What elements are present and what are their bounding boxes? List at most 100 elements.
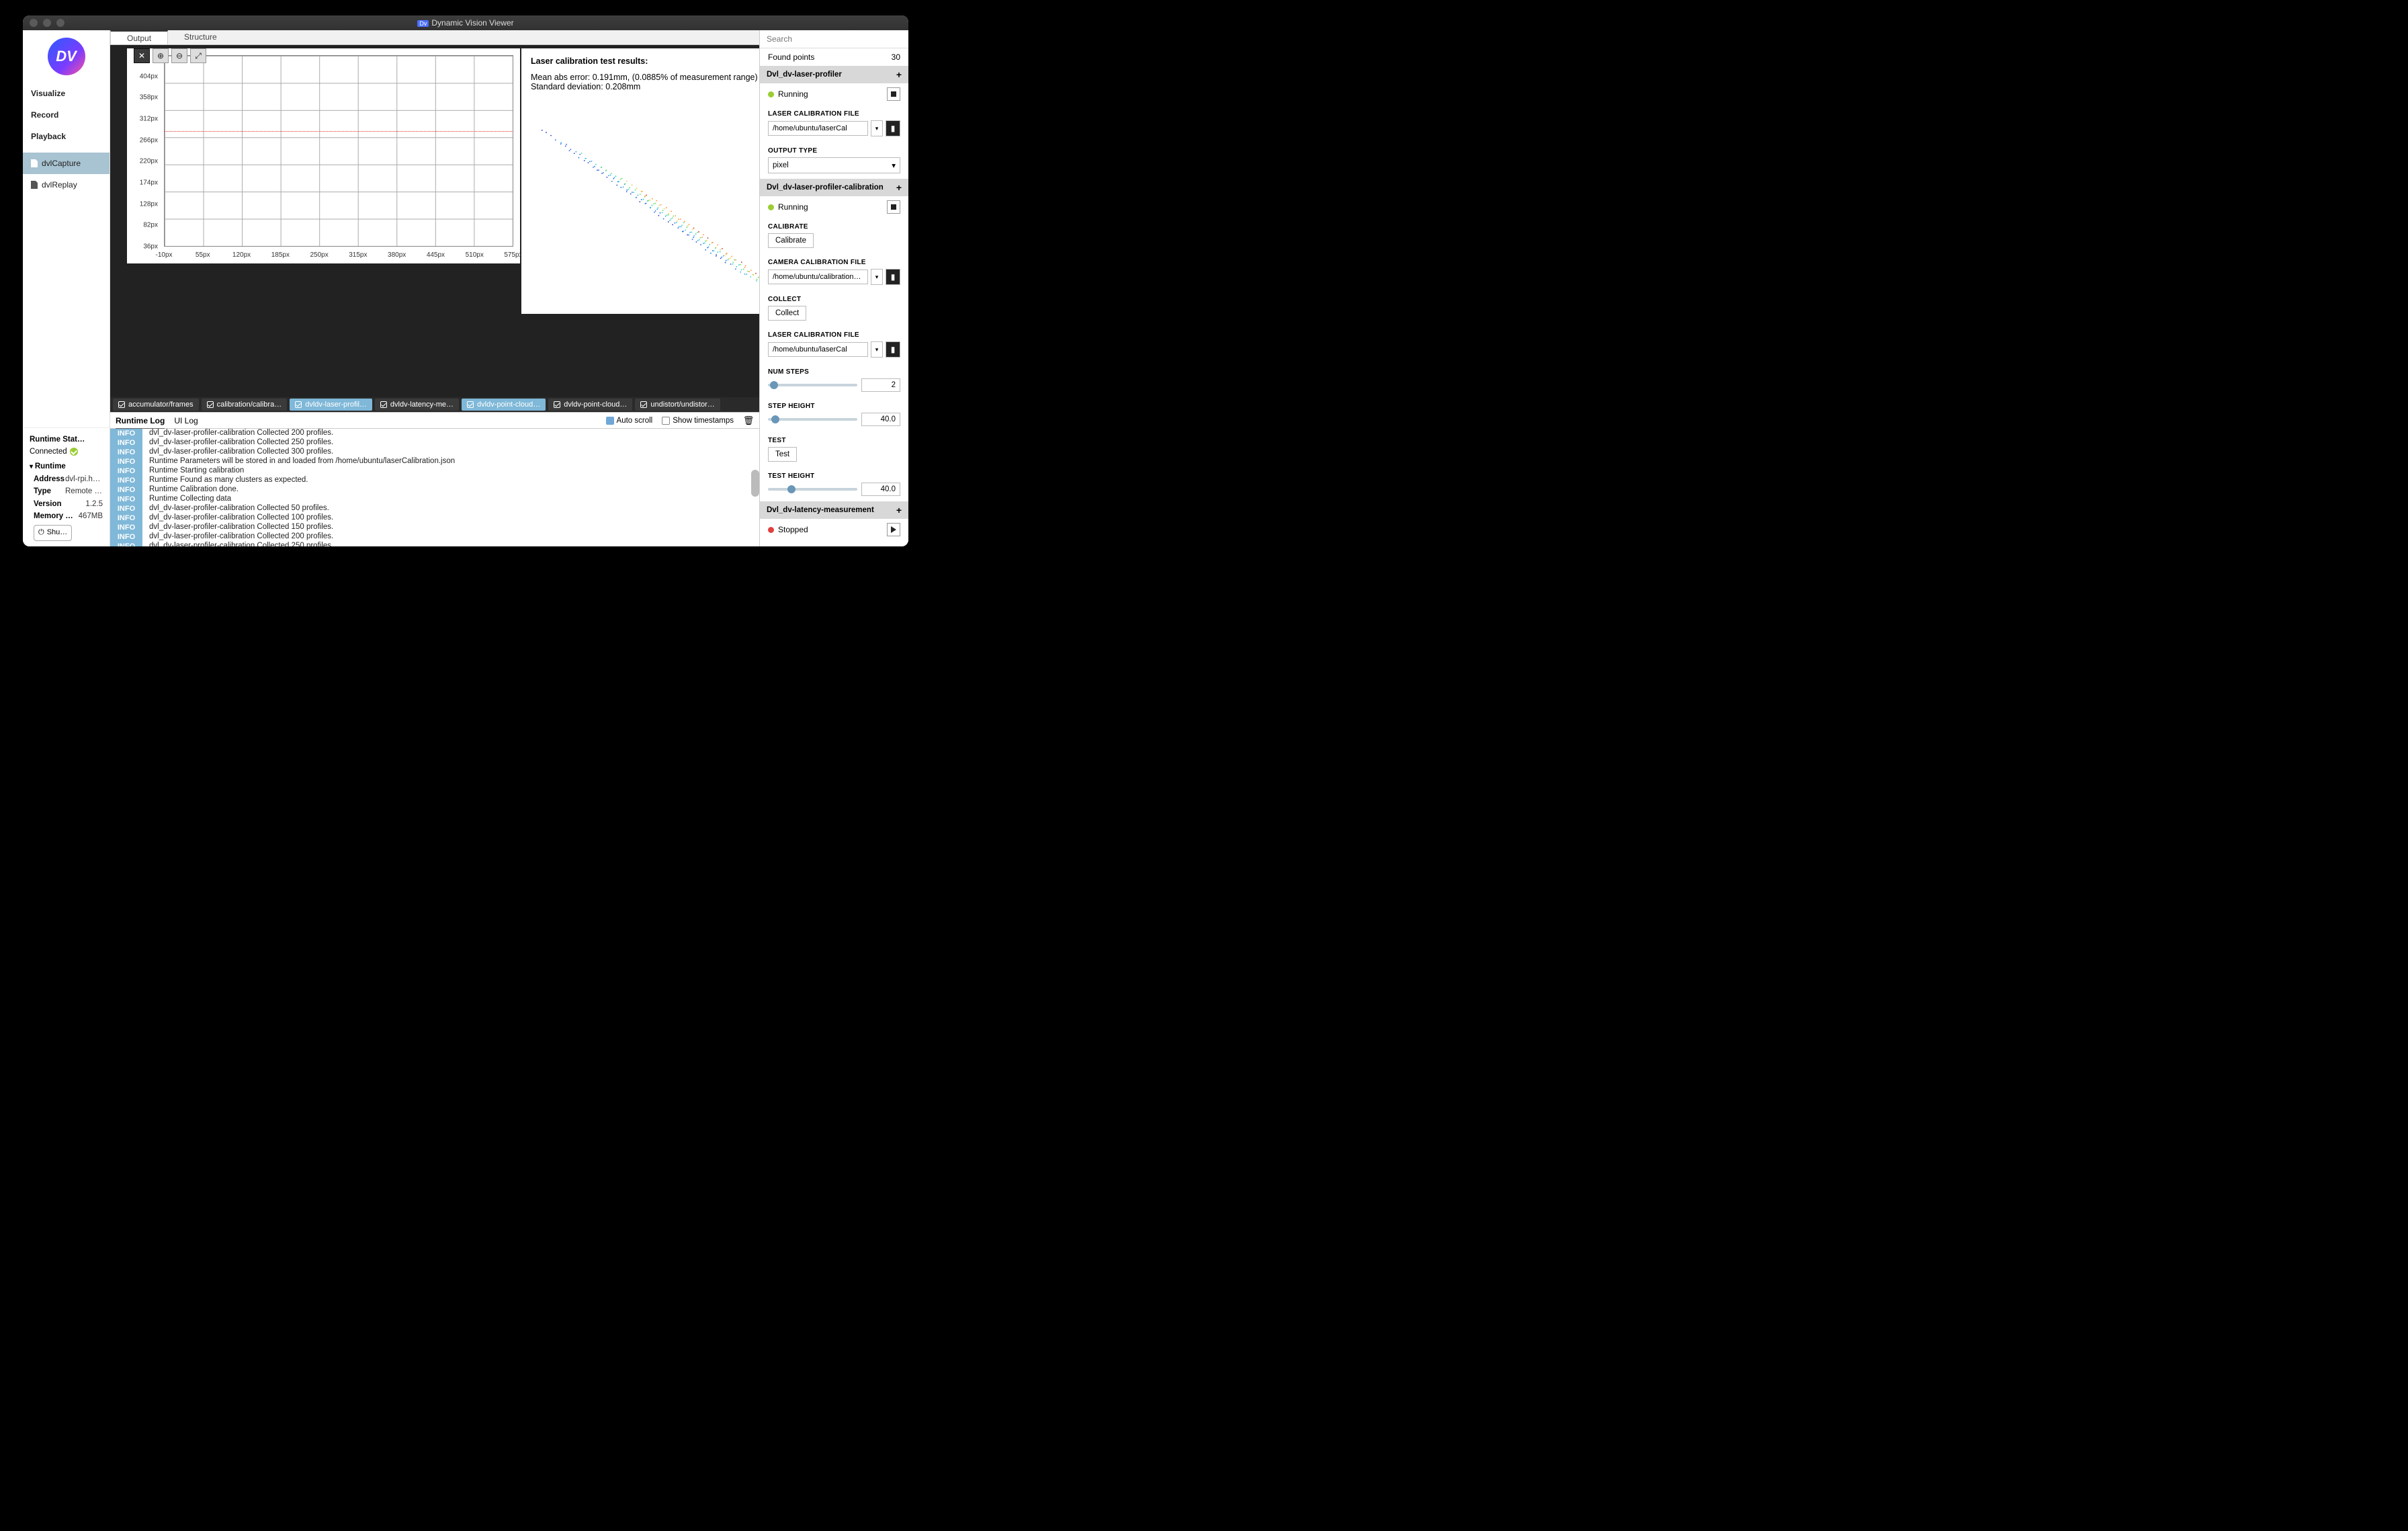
output-tab[interactable]: dvldv-laser-profil…	[290, 399, 372, 411]
close-plot-button[interactable]: ✕	[134, 48, 150, 63]
file-path-input[interactable]: /home/ubuntu/laserCal	[768, 342, 868, 357]
output-source-tabs: accumulator/framescalibration/calibra…dv…	[110, 397, 759, 412]
collect-button[interactable]: Collect	[768, 306, 806, 321]
scatter-area	[528, 102, 759, 307]
zoom-out-button[interactable]: ⊖	[171, 48, 187, 63]
search-input[interactable]	[760, 30, 908, 48]
output-tab[interactable]: undistort/undistor…	[635, 399, 720, 411]
file-dvlCapture[interactable]: dvlCapture	[23, 153, 110, 174]
module-header[interactable]: Dvl_dv-latency-measurement+	[760, 501, 908, 519]
slider-thumb[interactable]	[770, 381, 778, 389]
output-tab[interactable]: dvldv-latency-me…	[375, 399, 459, 411]
prop-label: COLLECT	[760, 290, 908, 304]
status-dot-icon	[768, 91, 774, 97]
log-row: INFOdvl_dv-laser-profiler-calibration Co…	[110, 532, 759, 542]
file-path-input[interactable]: /home/ubuntu/calibration_camera	[768, 270, 868, 284]
log-tab[interactable]: Runtime Log	[116, 413, 165, 429]
add-icon[interactable]: +	[896, 182, 902, 193]
module-header[interactable]: Dvl_dv-laser-profiler+	[760, 66, 908, 83]
tab-output[interactable]: Output	[110, 30, 168, 44]
result-line-1: Mean abs error: 0.191mm, (0.0885% of mea…	[531, 73, 759, 82]
x-tick: 250px	[310, 251, 328, 259]
number-input[interactable]: 40.0	[861, 413, 900, 426]
nav-record[interactable]: Record	[23, 104, 110, 126]
zoom-in-button[interactable]: ⊕	[153, 48, 169, 63]
x-tick: 120px	[232, 251, 251, 259]
profile-plot[interactable]: 404px358px312px266px220px174px128px82px3…	[127, 48, 520, 263]
prop-label: OUTPUT TYPE	[760, 142, 908, 156]
number-input[interactable]: 2	[861, 378, 900, 392]
folder-icon[interactable]: ▮	[886, 120, 900, 136]
calibration-result-plot[interactable]: Laser calibration test results: Mean abs…	[521, 48, 759, 314]
output-tab[interactable]: calibration/calibra…	[202, 399, 288, 411]
runtime-prop: Memory …467MB	[34, 510, 103, 522]
log-scrollbar-thumb[interactable]	[751, 470, 759, 497]
log-row: INFOdvl_dv-laser-profiler-calibration Co…	[110, 542, 759, 546]
nav-visualize[interactable]: Visualize	[23, 83, 110, 104]
check-icon	[207, 401, 214, 408]
folder-icon[interactable]: ▮	[886, 341, 900, 358]
test-button[interactable]: Test	[768, 447, 797, 462]
prop-label: RUNNING	[760, 540, 908, 546]
expand-button[interactable]: ⤢	[190, 48, 206, 63]
log-tab[interactable]: UI Log	[174, 413, 198, 428]
auto-scroll-toggle[interactable]: Auto scroll	[606, 417, 653, 425]
prop-label: STEP HEIGHT	[760, 397, 908, 411]
check-icon	[640, 401, 647, 408]
y-tick: 266px	[140, 136, 158, 144]
log-row: INFOdvl_dv-laser-profiler-calibration Co…	[110, 438, 759, 448]
folder-icon[interactable]: ▮	[886, 269, 900, 285]
output-tab[interactable]: accumulator/frames	[113, 399, 199, 411]
stop-button[interactable]	[887, 87, 900, 101]
dropdown-caret-icon[interactable]: ▾	[871, 341, 883, 358]
prop-label: CALIBRATE	[760, 218, 908, 232]
runtime-prop: Addressdvl-rpi.ho…	[34, 473, 103, 485]
y-tick: 174px	[140, 179, 158, 187]
output-tab[interactable]: dvldv-point-cloud…	[548, 399, 632, 411]
log-row: INFORuntime Parameters will be stored in…	[110, 457, 759, 466]
viewport[interactable]: ✕ ⊕ ⊖ ⤢ 404px358px312px266px220px174px12…	[110, 45, 759, 397]
logo: DV	[23, 30, 110, 83]
y-tick: 82px	[143, 222, 158, 229]
log-row: INFOdvl_dv-laser-profiler-calibration Co…	[110, 504, 759, 513]
add-icon[interactable]: +	[896, 69, 902, 80]
number-input[interactable]: 40.0	[861, 483, 900, 496]
show-timestamps-toggle[interactable]: Show timestamps	[662, 417, 734, 425]
runtime-prop: TypeRemote r…	[34, 485, 103, 497]
play-button[interactable]	[887, 523, 900, 536]
prop-label: LASER CALIBRATION FILE	[760, 105, 908, 119]
file-path-input[interactable]: /home/ubuntu/laserCal	[768, 121, 868, 136]
check-icon	[554, 401, 560, 408]
slider-input[interactable]	[768, 488, 857, 491]
clear-log-button[interactable]: 🗑	[743, 415, 754, 426]
file-dvlReplay[interactable]: dvlReplay	[23, 174, 110, 196]
slider-thumb[interactable]	[771, 415, 779, 423]
log-header: Runtime Log UI Log Auto scroll Show times…	[110, 413, 759, 429]
runtime-prop: Version1.2.5	[34, 498, 103, 510]
dropdown-caret-icon[interactable]: ▾	[871, 120, 883, 136]
calibrate-button[interactable]: Calibrate	[768, 233, 814, 248]
slider-input[interactable]	[768, 418, 857, 421]
log-row: INFORuntime Calibration done.	[110, 485, 759, 495]
add-icon[interactable]: +	[896, 505, 902, 515]
module-header[interactable]: Dvl_dv-laser-profiler-calibration+	[760, 179, 908, 196]
shutdown-button[interactable]: Shu…	[34, 525, 72, 541]
slider-thumb[interactable]	[787, 485, 796, 493]
slider-input[interactable]	[768, 384, 857, 386]
stop-button[interactable]	[887, 200, 900, 214]
x-tick: 315px	[349, 251, 367, 259]
output-tab[interactable]: dvldv-point-cloud…	[462, 399, 546, 411]
log-row: INFORuntime Found as many clusters as ex…	[110, 476, 759, 485]
connected-label: Connected	[30, 446, 67, 458]
log-body[interactable]: INFOdvl_dv-laser-profiler-calibration Co…	[110, 429, 759, 546]
log-row: INFORuntime Collecting data	[110, 495, 759, 504]
select-input[interactable]: pixel▾	[768, 157, 900, 173]
nav-playback[interactable]: Playback	[23, 126, 110, 147]
dropdown-caret-icon[interactable]: ▾	[871, 269, 883, 285]
module-status-row: Running	[760, 196, 908, 218]
tab-structure[interactable]: Structure	[168, 30, 233, 44]
x-tick: 575px	[504, 251, 522, 259]
runtime-section-header[interactable]: Runtime	[30, 460, 103, 472]
x-tick: 510px	[466, 251, 484, 259]
found-points-row: Found points30	[760, 48, 908, 66]
